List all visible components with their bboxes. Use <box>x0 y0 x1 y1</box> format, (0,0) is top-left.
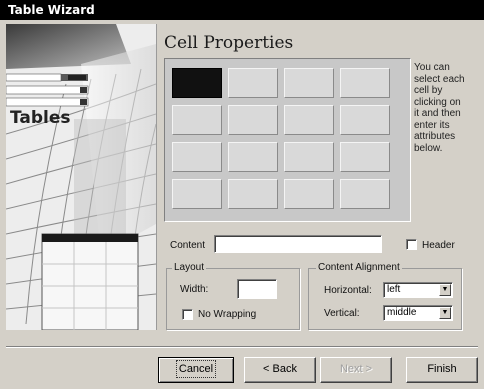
chevron-down-icon[interactable]: ▼ <box>439 284 451 296</box>
button-separator <box>6 346 478 348</box>
content-input[interactable] <box>214 235 382 253</box>
grid-cell-r1c2[interactable] <box>228 68 278 98</box>
content-alignment-group-title: Content Alignment <box>316 262 402 273</box>
horizontal-select-value: left <box>387 284 401 295</box>
horizontal-label: Horizontal: <box>324 285 372 296</box>
grid-cell-r2c3[interactable] <box>284 105 334 135</box>
grid-cell-r2c4[interactable] <box>340 105 390 135</box>
window-title: Table Wizard <box>0 0 484 20</box>
grid-cell-r2c1[interactable] <box>172 105 222 135</box>
grid-cell-r4c3[interactable] <box>284 179 334 209</box>
table-wizard-dialog: Table Wizard Tables Cell Properties You … <box>0 0 484 389</box>
grid-cell-r3c2[interactable] <box>228 142 278 172</box>
grid-cell-r1c1[interactable] <box>172 68 222 98</box>
page-heading: Cell Properties <box>164 33 294 53</box>
header-checkbox[interactable] <box>406 239 417 250</box>
width-label: Width: <box>180 284 209 295</box>
illustration-tables-label: Tables <box>10 108 71 128</box>
next-button[interactable]: Next > <box>320 357 392 383</box>
back-button[interactable]: < Back <box>244 357 316 383</box>
instruction-line: attributes <box>414 131 456 142</box>
grid-cell-r3c1[interactable] <box>172 142 222 172</box>
grid-cell-r4c4[interactable] <box>340 179 390 209</box>
instruction-line: cell by <box>414 85 443 96</box>
grid-cell-r1c3[interactable] <box>284 68 334 98</box>
grid-cell-r4c2[interactable] <box>228 179 278 209</box>
grid-cell-r1c4[interactable] <box>340 68 390 98</box>
vertical-label: Vertical: <box>324 308 360 319</box>
back-button-label: < Back <box>263 363 297 375</box>
instruction-text: You can select each cell by clicking on … <box>414 62 476 154</box>
cell-grid <box>164 58 411 222</box>
next-button-label: Next > <box>339 363 373 375</box>
chevron-down-icon[interactable]: ▼ <box>439 307 451 319</box>
instruction-line: it and then <box>414 108 461 119</box>
grid-cell-r2c2[interactable] <box>228 105 278 135</box>
instruction-line: enter its <box>414 119 450 131</box>
content-label: Content <box>170 240 206 251</box>
layout-group <box>166 268 300 330</box>
grid-cell-r3c4[interactable] <box>340 142 390 172</box>
cancel-button-label: Cancel <box>175 360 217 378</box>
instruction-line: below. <box>414 142 443 154</box>
cancel-button[interactable]: Cancel <box>158 357 234 383</box>
no-wrapping-label: No Wrapping <box>198 309 257 320</box>
instruction-line: select each <box>414 73 465 85</box>
header-label: Header <box>422 240 455 251</box>
instruction-line: clicking on <box>414 96 461 108</box>
layout-group-title: Layout <box>172 262 207 273</box>
wizard-illustration: Tables <box>6 24 157 330</box>
finish-button[interactable]: Finish <box>406 357 478 383</box>
grid-cell-r3c3[interactable] <box>284 142 334 172</box>
grid-cell-r4c1[interactable] <box>172 179 222 209</box>
vertical-select[interactable]: middle ▼ <box>383 305 453 321</box>
finish-button-label: Finish <box>427 363 457 375</box>
width-input[interactable] <box>237 279 277 299</box>
instruction-line: You can <box>414 62 450 73</box>
vertical-select-value: middle <box>387 307 417 318</box>
no-wrapping-checkbox[interactable] <box>182 309 193 320</box>
horizontal-select[interactable]: left ▼ <box>383 282 453 298</box>
illustration-graphic <box>6 24 156 330</box>
